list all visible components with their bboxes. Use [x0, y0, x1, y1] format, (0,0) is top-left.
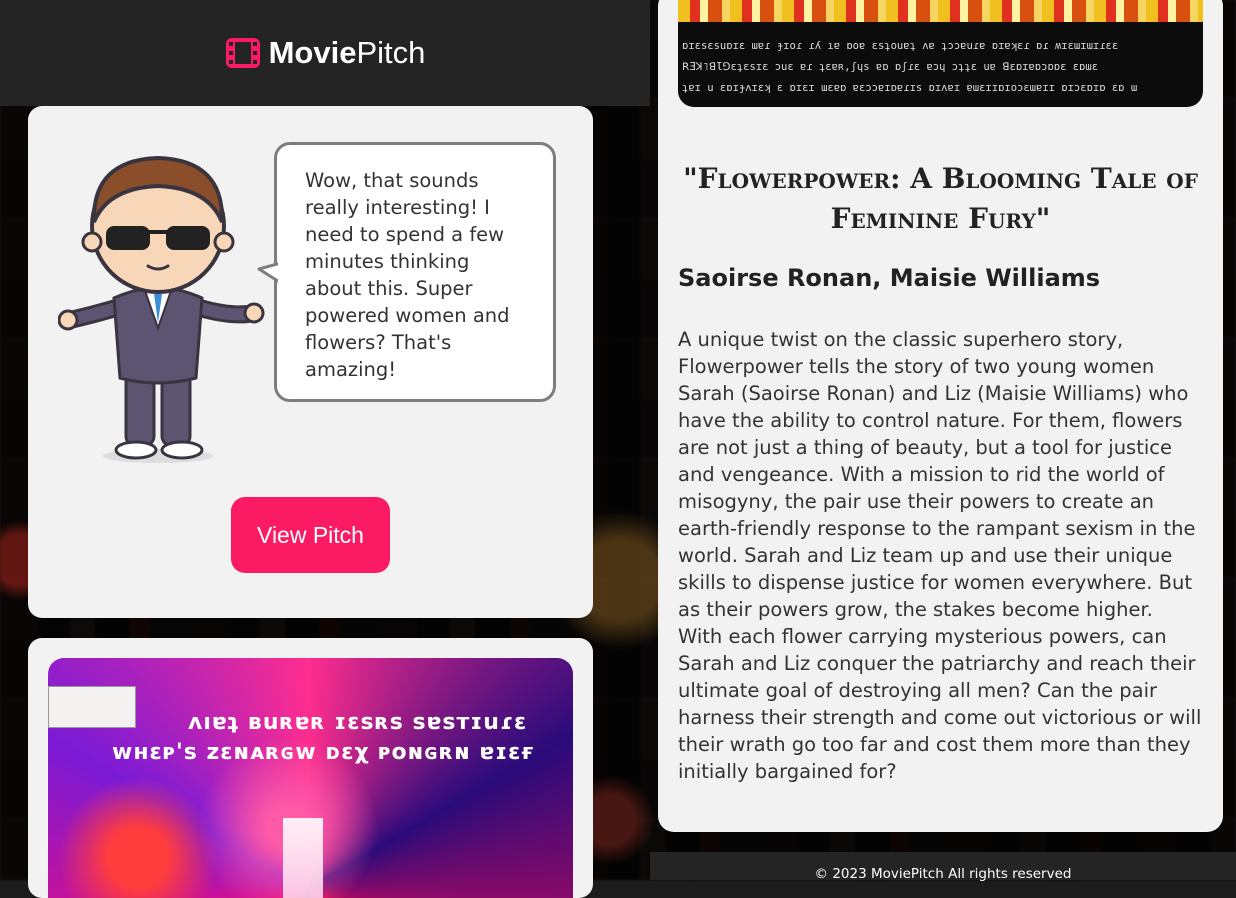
character-card: Wow, that sounds really interesting! I n…: [28, 106, 593, 618]
site-footer: © 2023 MoviePitch All rights reserved: [650, 852, 1236, 882]
speech-bubble: Wow, that sounds really interesting! I n…: [257, 142, 556, 402]
pitch-poster-credit-line: ꓣƎꓘ˥ꓭƖꓨɛʇɛsɪɛ ɔuɛ ɐɾ ʇɛɐʀ,ʃɥs ɐɒ ɒʃɾɛ ɐɔ…: [682, 61, 1099, 73]
site-header: MoviePitch: [0, 0, 650, 106]
generated-poster-card: ʌıɐʇ ʙuʀɐʀ ɪɛsʀs sɐsтɪuɾɛ ᴡʜɛᴘ'ꜱ ᴢɛɴᴀʀɢᴡ…: [28, 638, 593, 898]
pitch-description: A unique twist on the classic superhero …: [678, 327, 1202, 783]
poster-garbled-text-line-2: ᴡʜɛᴘ'ꜱ ᴢɛɴᴀʀɢᴡ ᴅɛχ ᴘᴏɴɢʀɴ ɐɪɛғ: [112, 740, 535, 765]
brand-name-bold: Movie: [268, 35, 357, 70]
speech-bubble-text: Wow, that sounds really interesting! I n…: [305, 169, 510, 381]
pitch-card: ɒɪɛsɛsuɒɪɛ ɯɐɾ ɟɪoɾ ɾʎ ıɐ ɒoɐ ɛsʇouɐʇ ʌɐ…: [658, 0, 1223, 832]
pitch-cast: Saoirse Ronan, Maisie Williams: [678, 263, 1101, 292]
brand-logo[interactable]: MoviePitch: [225, 35, 426, 71]
pitch-poster-image: ɒɪɛsɛsuɒɪɛ ɯɐɾ ɟɪoɾ ɾʎ ıɐ ɒoɐ ɛsʇouɐʇ ʌɐ…: [678, 0, 1203, 107]
brand-name-light: Pitch: [356, 35, 426, 70]
poster-light-tower: [283, 818, 323, 898]
generated-poster-image: ʌıɐʇ ʙuʀɐʀ ɪɛsʀs sɐsтɪuɾɛ ᴡʜɛᴘ'ꜱ ᴢɛɴᴀʀɢᴡ…: [48, 658, 573, 898]
cartoon-businessman-illustration: [58, 155, 265, 463]
pitch-poster-flower-band: [678, 0, 1203, 22]
view-pitch-button[interactable]: View Pitch: [231, 497, 390, 573]
pitch-poster-credit-line: ɒɪɛsɛsuɒɪɛ ɯɐɾ ɟɪoɾ ɾʎ ıɐ ɒoɐ ɛsʇouɐʇ ʌɐ…: [682, 40, 1119, 52]
poster-corner-label: [48, 686, 136, 728]
film-icon: [225, 38, 260, 68]
pitch-poster-credit-line: ʇɐɪ u ɛɒɪɟʌɪɛʞ ɛ ɒɪɛɪ ɯɛɐɒ ɐɛɔɔɐɪɒɐɾɪs ɒ…: [682, 82, 1138, 94]
speech-bubble-tail: [257, 261, 281, 285]
pitch-title: "Flowerpower: A Blooming Tale of Feminin…: [683, 161, 1198, 235]
poster-garbled-text-line-1: ʌıɐʇ ʙuʀɐʀ ɪɛsʀs sɐsтɪuɾɛ: [188, 710, 528, 735]
pitch-poster-credits: ɒɪɛsɛsuɒɪɛ ɯɐɾ ɟɪoɾ ɾʎ ıɐ ɒoɐ ɛsʇouɐʇ ʌɐ…: [682, 36, 1200, 99]
